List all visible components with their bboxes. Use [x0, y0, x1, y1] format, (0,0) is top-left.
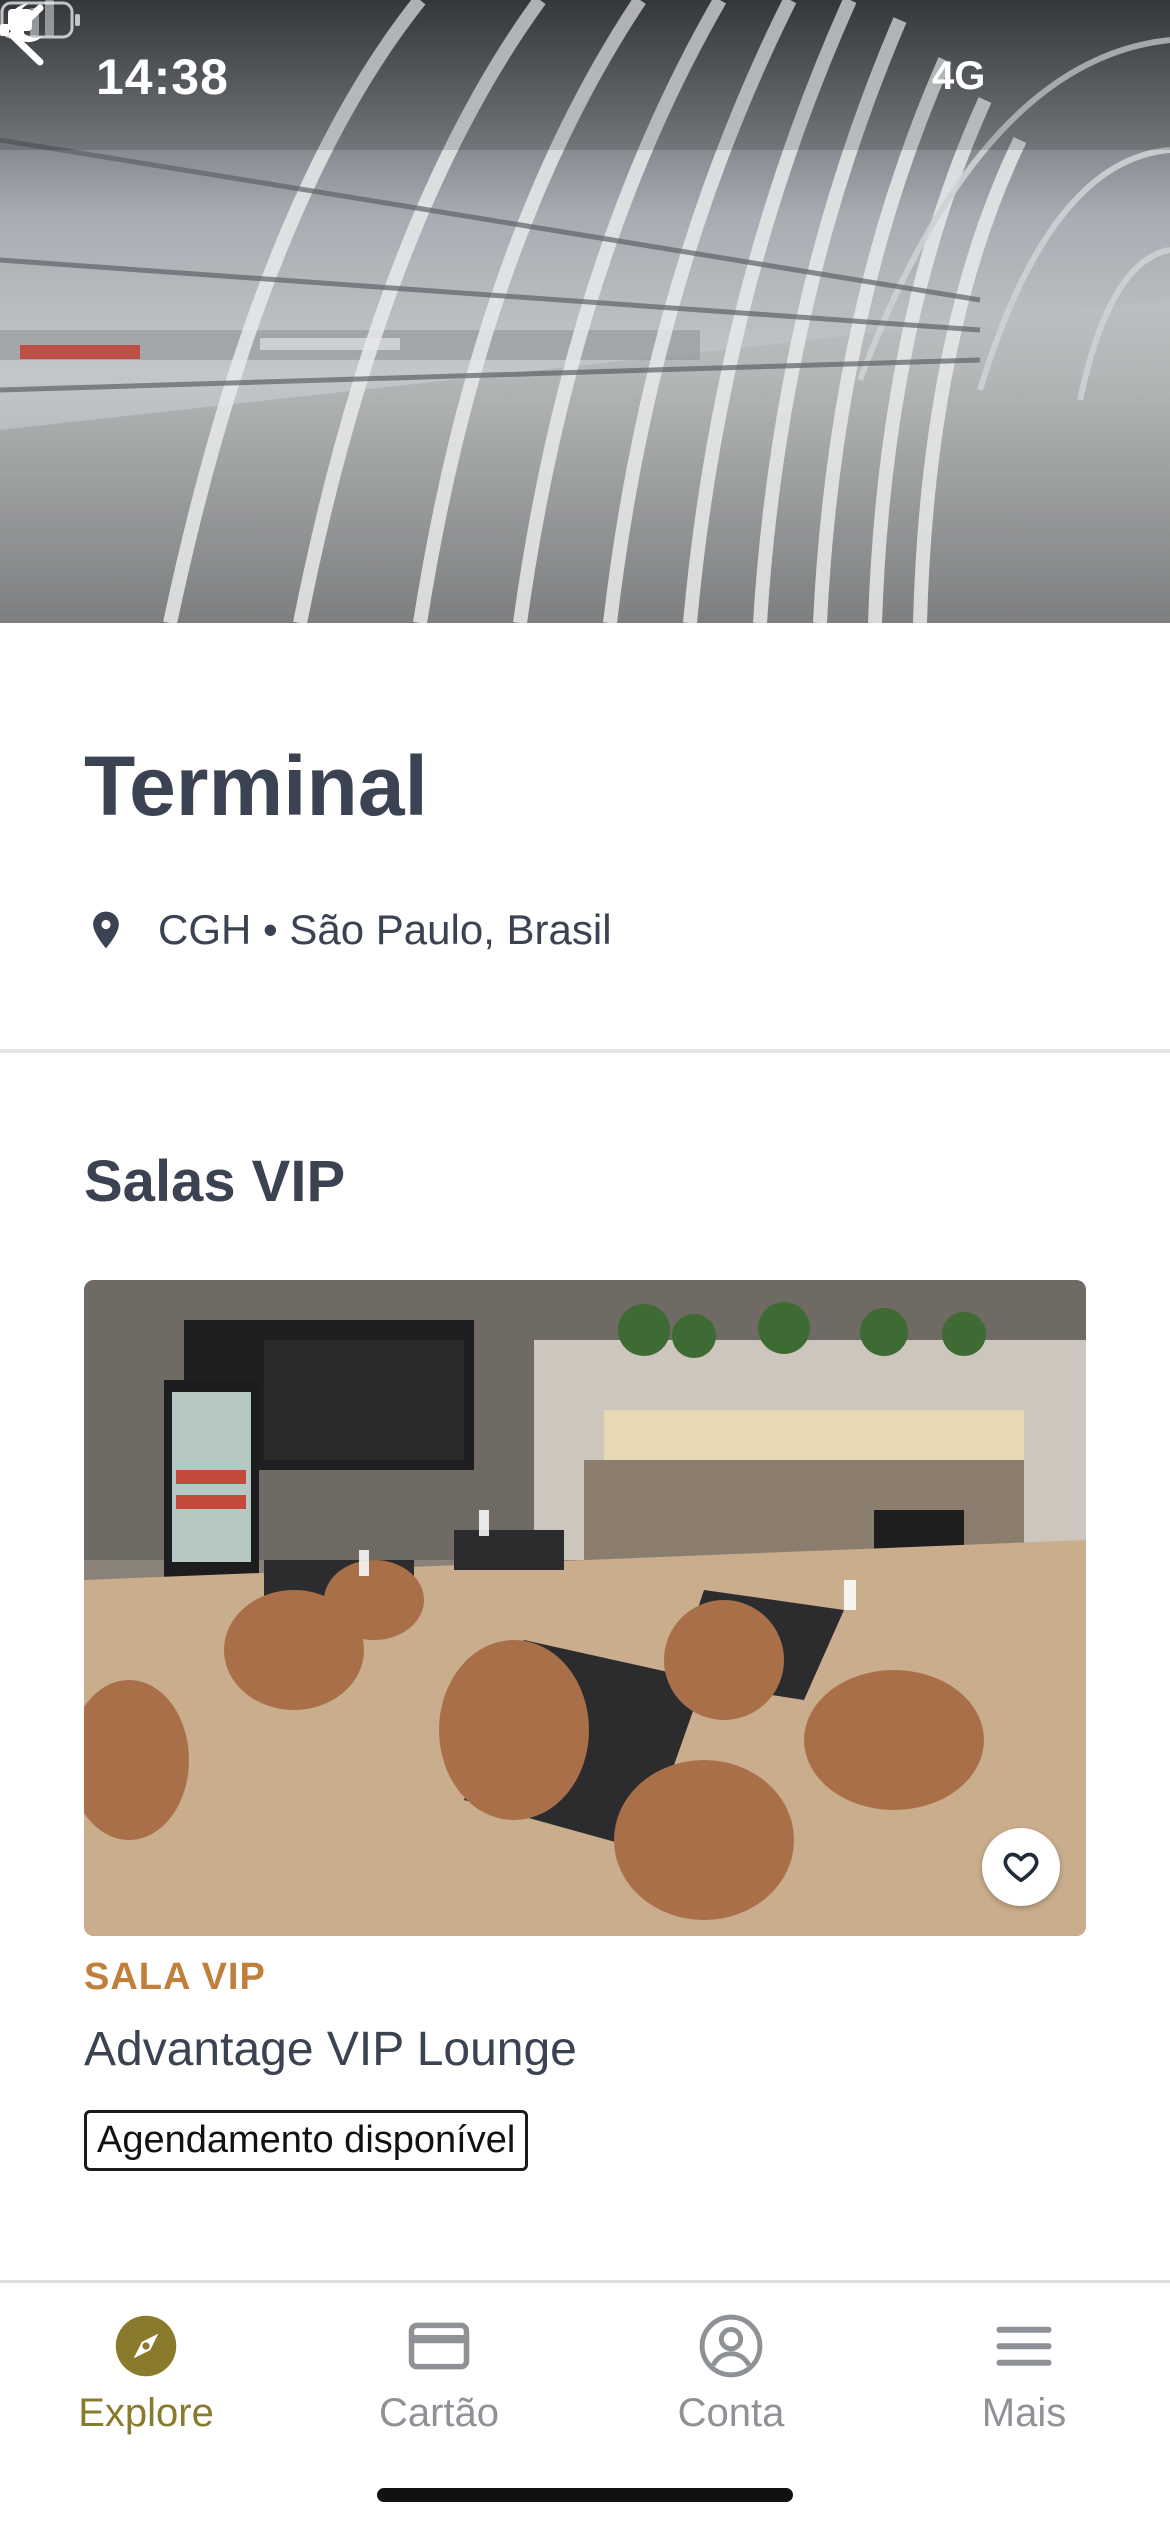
home-indicator[interactable] [377, 2488, 793, 2502]
network-label: 4G [932, 54, 986, 98]
tab-label: Conta [677, 2391, 785, 2435]
tab-label: Cartão [378, 2391, 500, 2435]
lounge-photo[interactable] [84, 1280, 1086, 1936]
lounge-name: Advantage VIP Lounge [84, 2023, 577, 2076]
status-badge: Agendamento disponível [84, 2110, 529, 2171]
lounge-card[interactable]: SALA VIP Advantage VIP Lounge Agendament… [84, 1280, 1086, 2171]
heart-icon [1003, 1852, 1039, 1883]
tab-label: Explore [78, 2391, 214, 2435]
lounge-image [84, 1280, 1086, 1936]
section-divider [0, 1049, 1170, 1053]
tab-more[interactable]: Mais [924, 2313, 1124, 2453]
location-row: CGH • São Paulo, Brasil [84, 900, 612, 960]
lounge-type: SALA VIP [84, 1956, 266, 1998]
menu-icon [996, 2326, 1052, 2366]
compass-icon [115, 2315, 177, 2377]
chevron-left-icon[interactable] [0, 0, 60, 70]
favorite-button[interactable] [982, 1828, 1060, 1906]
hero-image: 14:38 4G [0, 0, 1170, 623]
map-pin-icon [93, 911, 119, 949]
tab-label: Mais [981, 2391, 1067, 2435]
status-bar: 14:38 4G [0, 0, 1170, 150]
status-time: 14:38 [96, 49, 229, 105]
location-text: CGH • São Paulo, Brasil [158, 906, 612, 953]
tab-card[interactable]: Cartão [339, 2313, 539, 2453]
page-title: Terminal [84, 739, 428, 833]
card-icon [408, 2322, 470, 2370]
tab-explore[interactable]: Explore [46, 2313, 246, 2453]
user-circle-icon [699, 2314, 763, 2378]
section-title: Salas VIP [84, 1149, 346, 1214]
tab-account[interactable]: Conta [631, 2313, 831, 2453]
